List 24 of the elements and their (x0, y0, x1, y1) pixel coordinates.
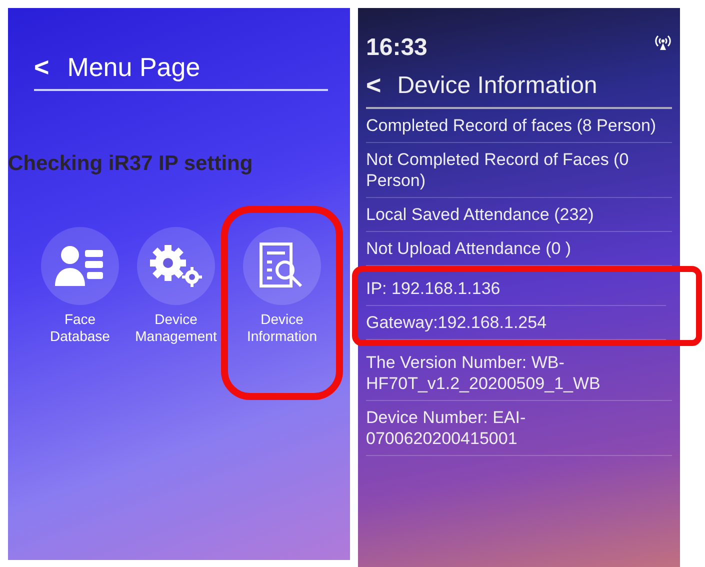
tile-label: Device Management (134, 311, 218, 345)
gears-icon (148, 243, 204, 289)
highlighted-menu-tile[interactable]: Device Information (236, 221, 328, 385)
menu-tile[interactable]: Face Database (34, 221, 126, 385)
info-row: Not Completed Record of Faces (0 Person) (366, 143, 672, 198)
antenna-icon (654, 34, 672, 50)
status-time: 16:33 (366, 33, 428, 63)
page-title: Device Information (397, 70, 598, 100)
document-search-icon (259, 242, 305, 290)
menu-tile[interactable]: Device Management (130, 221, 222, 385)
info-row: The Version Number: WB-HF70T_v1.2_20200509_1_WB (366, 346, 672, 401)
back-button[interactable]: < (366, 66, 382, 105)
info-row: Device Number: EAI-0700620200415001 (366, 401, 672, 456)
caption-text: Checking iR37 IP setting (8, 151, 253, 177)
tile-label: Device Information (246, 311, 318, 345)
tile-label: Face Database (49, 311, 111, 345)
info-row: Gateway:192.168.1.254 (366, 306, 666, 340)
info-row: Not Upload Attendance (0 ) (366, 232, 672, 266)
back-button[interactable]: < (34, 48, 50, 87)
info-row: Completed Record of faces (8 Person) (366, 109, 672, 143)
info-row: Local Saved Attendance (232) (366, 198, 672, 232)
person-list-icon (55, 244, 105, 288)
info-row: IP: 192.168.1.136 (366, 272, 666, 306)
page-title: Menu Page (67, 51, 200, 84)
